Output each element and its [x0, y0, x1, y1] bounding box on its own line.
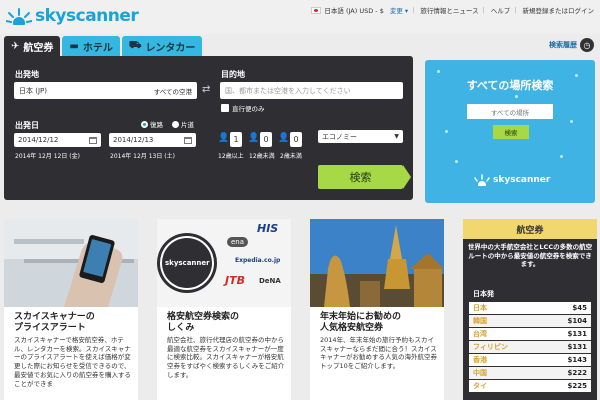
change-language-link[interactable]: 変更 ▾ [390, 5, 408, 15]
tab-car-rental[interactable]: ⛟ レンタカー [121, 36, 203, 56]
japan-flag-icon [311, 6, 322, 14]
language-setting: 日本語 (JA) USD - $ [324, 7, 384, 15]
calendar-icon [184, 136, 192, 144]
how-it-works-card[interactable]: skyscanner HIS ena Expedia.co.jp JTB DeN… [157, 219, 291, 400]
to-label: 目的地 [221, 70, 245, 79]
sidebar-title: 航空券 [463, 219, 597, 239]
card-title: スカイスキャナーの プライスアラート [14, 312, 95, 333]
card-title: 年末年始にお勧めの 人気格安航空券 [320, 312, 402, 333]
swap-icon[interactable]: ⇄ [202, 84, 210, 95]
round-trip-radio[interactable]: 復路 [141, 119, 163, 129]
airports-label: すべての空港 [153, 87, 192, 96]
direct-only-checkbox[interactable]: 直行便のみ [221, 103, 265, 113]
price-alert-card[interactable]: スカイスキャナーの プライスアラート スカイスキャナーで格安航空券、ホテル、レン… [4, 219, 138, 400]
child-icon: 👤 [248, 133, 260, 143]
depart-date-input[interactable]: 2014/12/12 [14, 133, 101, 147]
chevron-down-icon: ▼ [394, 133, 399, 140]
flight-search-panel: 出発地 日本 (JP) すべての空港 ⇄ 目的地 国、都市または空港を入力してく… [4, 56, 413, 200]
promo-logo: skyscanner [473, 174, 550, 186]
sunburst-icon [6, 8, 32, 25]
header-links: 日本語 (JA) USD - $ 変更 ▾ | 旅行情報とニュース | ヘルプ … [305, 5, 594, 15]
children-age-label: 12歳未満 [249, 153, 275, 160]
clock-icon: ◷ [580, 38, 594, 52]
price-row[interactable]: タイ $225 [469, 380, 591, 392]
adults-count[interactable]: 1 [230, 132, 242, 147]
sunburst-icon [474, 174, 490, 186]
infant-icon: 👤 [278, 133, 290, 143]
cheap-flights-sidebar: 航空券 世界中の大手航空会社とLCCの多数の航空ルートの中から最安値の航空券を検… [463, 219, 597, 400]
expedia-logo: Expedia.co.jp [235, 257, 281, 264]
from-label: 出発地 [15, 70, 39, 79]
price-row[interactable]: 中国 $222 [469, 367, 591, 379]
top-bar: skyscanner 日本語 (JA) USD - $ 変更 ▾ | 旅行情報と… [0, 0, 600, 34]
depart-date-long: 2014年 12月 12日 (金) [15, 153, 80, 160]
skyscanner-partner-logo: skyscanner [165, 259, 210, 267]
return-date-long: 2014年 12月 13日 (土) [110, 153, 175, 160]
everywhere-search-promo: すべての場所検索 すべての場所 検索 skyscanner [425, 60, 595, 203]
search-button[interactable]: 検索 [318, 165, 411, 189]
card-text: 航空会社、旅行代理店の航空券の中から最適な航空券をスカイスキャナーが一度に検索比… [167, 336, 285, 379]
calendar-icon [89, 136, 97, 144]
logo-text: skyscanner [35, 6, 139, 26]
dena-logo: DeNA [259, 277, 281, 285]
price-row[interactable]: フィリピン $131 [469, 341, 591, 353]
tab-hotels[interactable]: ▬ ホテル [62, 36, 120, 56]
card-text: 2014年、年末年始の旅行予約もスカイスキャナーならまだ間に合う！スカイスキャナ… [320, 336, 437, 371]
promo-title: すべての場所検索 [466, 79, 554, 92]
product-tabs: ✈ 航空券 ▬ ホテル ⛟ レンタカー [4, 36, 204, 56]
sidebar-description: 世界中の大手航空会社とLCCの多数の航空ルートの中から最安値の航空券を検索できま… [467, 243, 593, 268]
adults-age-label: 12歳以上 [218, 153, 244, 160]
his-logo: HIS [257, 222, 279, 235]
card-title: 格安航空券検索の しくみ [167, 312, 240, 333]
travel-info-link[interactable]: 旅行情報とニュース [420, 5, 478, 15]
card-text: スカイスキャナーで格安航空券、ホテル、レンタカーを検索。スカイスキャナーのプライ… [14, 336, 131, 388]
return-date-input[interactable]: 2014/12/13 [109, 133, 196, 147]
to-input[interactable]: 国、都市または空港を入力してください [220, 82, 403, 99]
plane-icon: ✈ [11, 40, 20, 52]
bed-icon: ▬ [69, 40, 79, 52]
one-way-radio[interactable]: 片道 [172, 119, 194, 129]
help-link[interactable]: ヘルプ [491, 5, 511, 15]
price-row[interactable]: 香港 $143 [469, 354, 591, 366]
price-row[interactable]: 日本 $45 [469, 302, 591, 314]
depart-label: 出発日 [15, 121, 39, 130]
partner-logos-image: skyscanner HIS ena Expedia.co.jp JTB DeN… [157, 219, 291, 307]
from-input[interactable]: 日本 (JP) すべての空港 [14, 82, 197, 99]
from-japan-heading: 日本発 [473, 290, 494, 298]
everywhere-search-button[interactable]: 検索 [493, 125, 529, 139]
car-icon: ⛟ [128, 39, 142, 51]
jtb-logo: JTB [225, 274, 245, 287]
search-history-link[interactable]: 検索履歴 ◷ [549, 38, 594, 52]
temple-photo [310, 219, 444, 307]
adult-icon: 👤 [218, 133, 230, 143]
tab-flights[interactable]: ✈ 航空券 [4, 36, 61, 56]
everywhere-input[interactable]: すべての場所 [467, 104, 553, 119]
cabin-class-select[interactable]: エコノミー ▼ [318, 130, 403, 143]
children-count[interactable]: 0 [260, 132, 272, 147]
login-link[interactable]: 新規登録またはログイン [523, 5, 595, 15]
skyscanner-logo[interactable]: skyscanner [6, 6, 139, 26]
price-row[interactable]: 台湾 $131 [469, 328, 591, 340]
phone-photo [4, 219, 138, 307]
ena-logo: ena [227, 237, 249, 247]
infants-age-label: 2歳未満 [280, 153, 302, 160]
infants-count[interactable]: 0 [290, 132, 302, 147]
price-row[interactable]: 韓国 $104 [469, 315, 591, 327]
new-year-flights-card[interactable]: 年末年始にお勧めの 人気格安航空券 2014年、年末年始の旅行予約もスカイスキャ… [310, 219, 444, 400]
